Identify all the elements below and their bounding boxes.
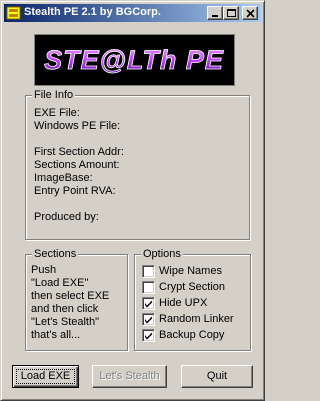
check-mark-icon bbox=[145, 316, 152, 324]
instruction-line: "Load EXE" bbox=[31, 277, 89, 289]
sections-amount-label: Sections Amount: bbox=[34, 159, 120, 171]
checkbox-box[interactable] bbox=[142, 329, 155, 342]
logo-text: STE@LTh PE bbox=[44, 45, 224, 75]
imagebase-label: ImageBase: bbox=[34, 172, 93, 184]
option-label: Random Linker bbox=[159, 313, 234, 325]
option-label: Wipe Names bbox=[159, 265, 222, 277]
exe-file-label: EXE File: bbox=[34, 107, 80, 119]
app-logo: STE@LTh PE bbox=[34, 34, 235, 86]
sections-label: Sections bbox=[32, 248, 79, 261]
option-label: Crypt Section bbox=[159, 281, 226, 293]
quit-button[interactable]: Quit bbox=[181, 365, 253, 388]
maximize-button[interactable] bbox=[223, 6, 239, 20]
checkbox-box[interactable] bbox=[142, 281, 155, 294]
quit-label: Quit bbox=[206, 370, 228, 382]
option-label: Backup Copy bbox=[159, 329, 225, 341]
windows-pe-file-label: Windows PE File: bbox=[34, 120, 121, 132]
produced-by-label: Produced by: bbox=[34, 211, 99, 223]
file-info-label: File Info bbox=[32, 89, 76, 102]
checkbox-box[interactable] bbox=[142, 265, 155, 278]
instructions-text: Push "Load EXE" then select EXE and then… bbox=[31, 264, 117, 342]
main-window: Stealth PE 2.1 by BGCorp. STE@LTh PE Fil… bbox=[0, 0, 265, 401]
checkbox-box[interactable] bbox=[142, 313, 155, 326]
app-icon[interactable] bbox=[6, 5, 22, 21]
lets-stealth-label: Let's Stealth bbox=[99, 370, 160, 382]
entry-point-rva-label: Entry Point RVA: bbox=[34, 185, 116, 197]
instruction-line: and then click bbox=[31, 303, 99, 315]
instruction-line: "Let's Stealth" bbox=[31, 316, 100, 328]
instruction-line: Push bbox=[31, 264, 57, 276]
minimize-button[interactable] bbox=[207, 6, 223, 20]
window-title: Stealth PE 2.1 by BGCorp. bbox=[24, 6, 161, 18]
instruction-line: that's all... bbox=[31, 329, 81, 341]
options-label: Options bbox=[141, 248, 183, 261]
close-button[interactable] bbox=[242, 6, 258, 20]
lets-stealth-button[interactable]: Let's Stealth bbox=[92, 365, 167, 388]
file-info-group: File Info EXE File: Windows PE File: Fir… bbox=[25, 89, 250, 240]
checkbox-box[interactable] bbox=[142, 297, 155, 310]
options-group: Options Wipe Names Crypt Section Hide UP… bbox=[134, 248, 251, 351]
first-section-addr-label: First Section Addr: bbox=[34, 146, 124, 158]
instruction-line: then select EXE bbox=[31, 290, 110, 302]
load-exe-label: Load EXE bbox=[20, 370, 71, 382]
sections-group: Sections Push "Load EXE" then select EXE… bbox=[25, 248, 128, 351]
option-label: Hide UPX bbox=[159, 297, 208, 309]
check-mark-icon bbox=[145, 300, 152, 308]
load-exe-button[interactable]: Load EXE bbox=[12, 365, 79, 388]
check-mark-icon bbox=[145, 332, 152, 340]
title-bar[interactable]: Stealth PE 2.1 by BGCorp. bbox=[4, 4, 261, 22]
